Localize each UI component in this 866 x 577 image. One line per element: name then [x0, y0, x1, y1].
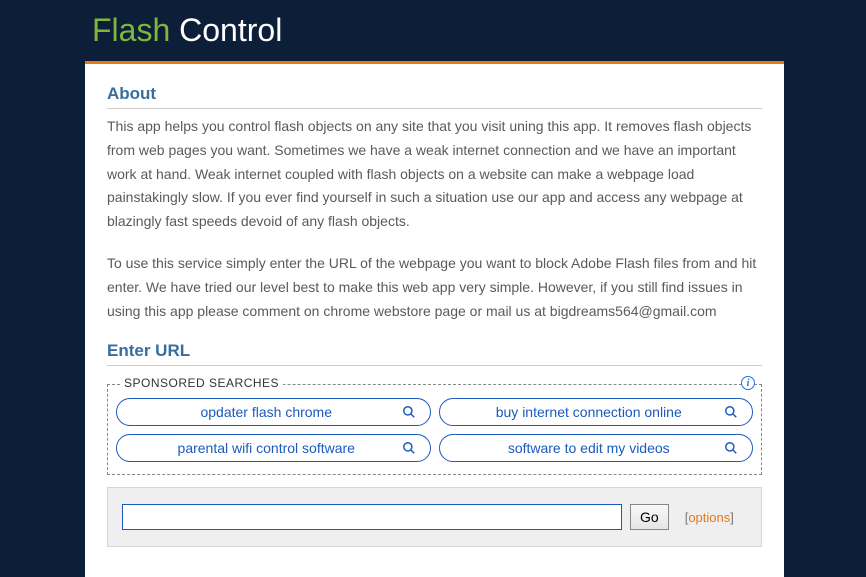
- sponsored-item-2[interactable]: parental wifi control software: [116, 434, 431, 462]
- url-entry-box: Go [options]: [107, 487, 762, 547]
- sponsored-label: SPONSORED SEARCHES: [120, 376, 283, 390]
- sponsored-header: SPONSORED SEARCHES i: [116, 376, 753, 390]
- main-content: About This app helps you control flash o…: [85, 64, 784, 577]
- sponsored-item-3[interactable]: software to edit my videos: [439, 434, 754, 462]
- sponsored-item-0[interactable]: opdater flash chrome: [116, 398, 431, 426]
- about-heading: About: [107, 84, 762, 109]
- search-icon: [724, 441, 738, 455]
- sponsored-item-label: software to edit my videos: [454, 440, 725, 456]
- about-text-2: To use this service simply enter the URL…: [107, 252, 762, 323]
- options-wrap: [options]: [685, 510, 734, 525]
- search-icon: [402, 405, 416, 419]
- sponsored-item-label: parental wifi control software: [131, 440, 402, 456]
- search-icon: [402, 441, 416, 455]
- about-text-1: This app helps you control flash objects…: [107, 115, 762, 234]
- info-icon[interactable]: i: [741, 376, 755, 390]
- logo-part-flash: Flash: [92, 12, 170, 48]
- sponsored-item-1[interactable]: buy internet connection online: [439, 398, 754, 426]
- search-icon: [724, 405, 738, 419]
- logo-part-control: Control: [179, 12, 282, 48]
- sponsored-item-label: buy internet connection online: [454, 404, 725, 420]
- sponsored-items: opdater flash chrome buy internet connec…: [116, 398, 753, 462]
- go-button[interactable]: Go: [630, 504, 669, 530]
- enter-url-heading: Enter URL: [107, 341, 762, 366]
- options-link[interactable]: options: [688, 510, 730, 525]
- sponsored-item-label: opdater flash chrome: [131, 404, 402, 420]
- app-logo: Flash Control: [92, 12, 866, 49]
- sponsored-searches-box: SPONSORED SEARCHES i opdater flash chrom…: [107, 384, 762, 475]
- url-input[interactable]: [122, 504, 622, 530]
- app-header: Flash Control: [0, 0, 866, 61]
